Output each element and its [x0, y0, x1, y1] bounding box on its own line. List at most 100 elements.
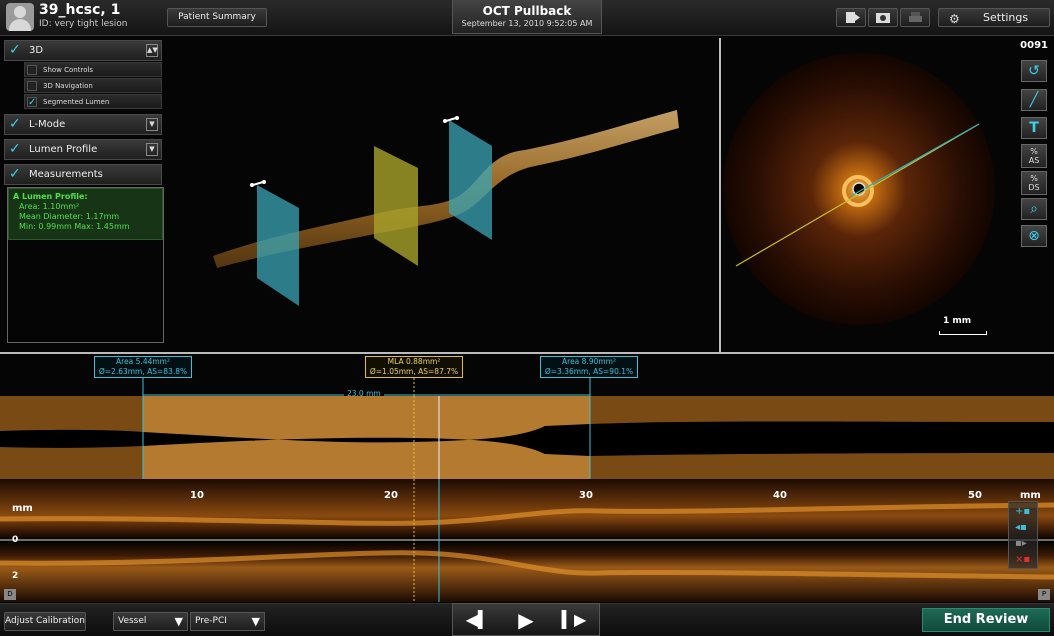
reset-tool-button[interactable]: ⊗ [1021, 225, 1047, 247]
toggle-lumen-profile-label: Lumen Profile [29, 144, 98, 155]
export-icon [846, 12, 860, 23]
toggle-measurements-label: Measurements [29, 169, 103, 180]
lumen-profile-title: A Lumen Profile: [13, 192, 88, 201]
bscan-image [0, 479, 1054, 602]
reset-icon: ⊗ [1028, 228, 1040, 244]
text-tool-button[interactable]: T [1021, 117, 1047, 139]
view-divider-horizontal[interactable] [0, 352, 1054, 354]
annotation-right-area: Area 8.90mm² [562, 357, 616, 366]
annotation-right-details: Ø=3.36mm, AS=90.1% [544, 367, 634, 376]
settings-label: Settings [983, 11, 1029, 24]
phase-select[interactable]: Pre-PCI ▼ [190, 612, 265, 631]
annotation-connectors [142, 378, 591, 398]
axis-unit: mm [1020, 490, 1041, 501]
option-label: Segmented Lumen [43, 98, 110, 106]
step-back-icon: ◀▍ [465, 610, 491, 629]
annotation-left-area: Area 5.44mm² [116, 357, 170, 366]
end-review-button[interactable]: End Review [922, 608, 1050, 632]
lumen-mean-diameter: Mean Diameter: 1.17mm [19, 212, 120, 221]
axis-tick: 20 [384, 490, 398, 501]
longitudinal-bscan[interactable]: 10 20 30 40 50 mm mm 0 2 D P +▪ ◂▪ ▪▸ ×▪ [0, 479, 1054, 602]
toggle-3d[interactable]: ✓ 3D ▲▼ [4, 40, 162, 61]
check-icon: ✓ [9, 42, 21, 58]
toggle-lumen-profile[interactable]: ✓ Lumen Profile ▼ [4, 139, 162, 160]
gear-icon: ⚙ [949, 12, 960, 26]
option-3d-navigation[interactable]: 3D Navigation [24, 78, 162, 93]
option-label: 3D Navigation [43, 82, 93, 90]
percent-ds-icon: % DS [1028, 174, 1040, 192]
patient-name: 39_hcsc, 1 [39, 2, 121, 18]
zoom-icon: ⌕ [1030, 201, 1038, 217]
patient-id: ID: very tight lesion [39, 19, 128, 29]
annotation-right[interactable]: Area 8.90mm² Ø=3.36mm, AS=90.1% [540, 356, 638, 378]
oct-review-window: 39_hcsc, 1 ID: very tight lesion Patient… [0, 0, 1054, 636]
oct-cross-section-view[interactable]: 0091 ↺ ╱ T % AS % DS ⌕ ⊗ 1 mm [721, 38, 1054, 350]
scale-bar [939, 331, 987, 335]
axis-tick: 10 [190, 490, 204, 501]
step-forward-button[interactable]: ▍▶ [559, 610, 589, 630]
3d-vessel-render [213, 110, 679, 306]
percent-ds-button[interactable]: % DS [1021, 171, 1047, 195]
phase-select-value: Pre-PCI [195, 616, 227, 626]
check-icon: ✓ [9, 116, 21, 132]
toggle-measurements[interactable]: ✓ Measurements [4, 164, 162, 185]
distal-marker[interactable]: D [4, 589, 16, 600]
zoom-tool-button[interactable]: ⌕ [1021, 198, 1047, 220]
chevron-down-icon: ▼ [174, 615, 183, 628]
lasso-icon: ↺ [1028, 63, 1040, 79]
lumen-profile-lmode[interactable] [0, 396, 1054, 479]
option-segmented-lumen[interactable]: ✓ Segmented Lumen [24, 94, 162, 109]
patient-summary-button[interactable]: Patient Summary [167, 8, 267, 27]
line-icon: ╱ [1029, 92, 1039, 108]
toggle-l-mode-label: L-Mode [29, 119, 66, 130]
checkbox-icon [27, 81, 37, 91]
vessel-select-value: Vessel [118, 616, 147, 626]
scale-label: 1 mm [943, 316, 972, 326]
title-panel: OCT Pullback September 13, 2010 9:52:05 … [452, 0, 602, 34]
percent-as-button[interactable]: % AS [1021, 144, 1047, 168]
check-icon: ✓ [9, 166, 21, 182]
play-icon: ▶ [518, 608, 534, 632]
snapshot-button[interactable] [868, 8, 898, 27]
settings-button[interactable]: ⚙ Settings [938, 8, 1050, 27]
adjust-calibration-button[interactable]: Adjust Calibration [4, 612, 86, 631]
proximal-marker[interactable]: P [1038, 589, 1050, 600]
chevron-down-icon: ▼ [251, 615, 260, 628]
oct-image [723, 53, 995, 325]
cut-plane-right[interactable] [449, 120, 492, 240]
patient-avatar-icon [6, 3, 34, 31]
camera-icon [876, 13, 890, 23]
expand-icon[interactable]: ▲▼ [146, 44, 158, 57]
annotation-left[interactable]: Area 5.44mm² Ø=2.63mm, AS=83.8% [94, 356, 192, 378]
checkbox-icon: ✓ [27, 97, 37, 108]
annotation-mla-area: MLA 0.88mm² [387, 357, 441, 366]
lasso-tool-button[interactable]: ↺ [1021, 60, 1047, 82]
option-show-controls[interactable]: Show Controls [24, 62, 162, 77]
expand-icon[interactable]: ▼ [146, 143, 158, 156]
add-marker-icon[interactable]: +▪ [1015, 506, 1030, 517]
toggle-l-mode[interactable]: ✓ L-Mode ▼ [4, 114, 162, 135]
lumen-area: Area: 1.10mm² [19, 202, 80, 211]
depth-unit: mm [12, 503, 33, 514]
axis-tick: 40 [773, 490, 787, 501]
print-button[interactable] [900, 8, 930, 27]
3d-vessel-view[interactable] [165, 38, 718, 350]
export-button[interactable] [836, 8, 866, 27]
play-button[interactable]: ▶ [511, 610, 541, 630]
annotation-mla[interactable]: MLA 0.88mm² Ø=1.05mm, AS=87.7% [365, 356, 463, 378]
axis-tick: 50 [968, 490, 982, 501]
expand-icon[interactable]: ▼ [146, 118, 158, 131]
text-icon: T [1029, 120, 1039, 136]
vessel-select[interactable]: Vessel ▼ [113, 612, 188, 631]
step-back-button[interactable]: ◀▍ [463, 610, 493, 630]
line-tool-button[interactable]: ╱ [1021, 89, 1047, 111]
marker-right-icon[interactable]: ▪▸ [1015, 538, 1027, 549]
option-label: Show Controls [43, 66, 94, 74]
cut-plane-mla[interactable] [374, 146, 418, 266]
cut-plane-left[interactable] [257, 185, 299, 306]
annotation-left-details: Ø=2.63mm, AS=83.8% [98, 367, 188, 376]
delete-marker-icon[interactable]: ×▪ [1015, 554, 1030, 565]
bscan-tool-strip: +▪ ◂▪ ▪▸ ×▪ [1008, 501, 1038, 569]
print-icon [909, 12, 922, 22]
marker-left-icon[interactable]: ◂▪ [1015, 522, 1027, 533]
